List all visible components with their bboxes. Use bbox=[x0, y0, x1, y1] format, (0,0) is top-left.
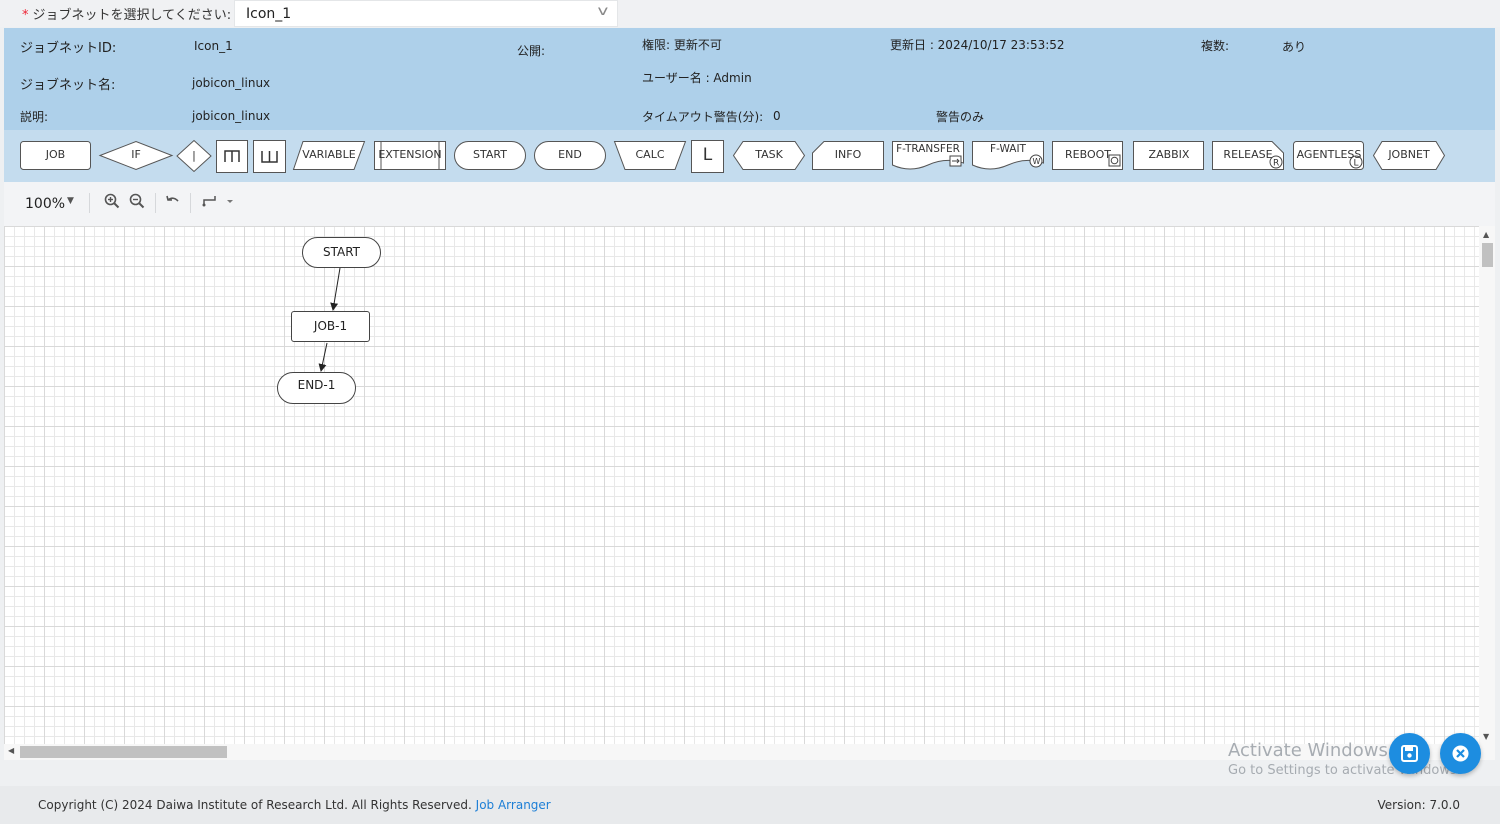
svg-text:W: W bbox=[1033, 157, 1041, 166]
zoom-out-icon[interactable] bbox=[128, 193, 146, 211]
activate-windows-title: Activate Windows bbox=[1228, 740, 1388, 761]
user-name: ユーザー名 : Admin bbox=[642, 71, 752, 85]
timeout-value: 0 bbox=[773, 109, 781, 123]
palette-calc[interactable]: CALC bbox=[613, 141, 687, 170]
diagram-toolbar: 100% ▼ bbox=[4, 182, 1495, 226]
jobnet-info-panel: ジョブネットID: Icon_1 公開: 権限: 更新不可 更新日 : 2024… bbox=[4, 28, 1495, 130]
diagram-edges bbox=[318, 267, 341, 372]
save-button[interactable] bbox=[1389, 733, 1430, 774]
vertical-scroll-thumb[interactable] bbox=[1482, 243, 1493, 267]
scroll-up-icon[interactable]: ▲ bbox=[1483, 230, 1489, 239]
palette-reboot-label: REBOOT bbox=[1065, 148, 1111, 161]
palette-loop[interactable]: L bbox=[691, 140, 724, 173]
palette-ftransfer[interactable]: F-TRANSFER bbox=[892, 141, 964, 170]
zoom-dropdown-icon[interactable]: ▼ bbox=[67, 196, 74, 206]
palette-parallel-end[interactable] bbox=[253, 140, 286, 173]
zoom-level[interactable]: 100% bbox=[25, 196, 65, 212]
palette-loop-label: L bbox=[702, 145, 713, 165]
palette-zabbix[interactable]: ZABBIX bbox=[1133, 141, 1205, 170]
palette-release[interactable]: R RELEASE bbox=[1212, 141, 1284, 170]
palette-info[interactable]: INFO bbox=[812, 141, 884, 170]
palette-task[interactable]: TASK bbox=[732, 141, 806, 170]
palette-variable[interactable]: VARIABLE bbox=[292, 141, 366, 170]
palette-if[interactable]: IF bbox=[98, 140, 174, 171]
toolbar-divider bbox=[155, 193, 156, 213]
palette-jobnet-label: JOBNET bbox=[1388, 148, 1430, 161]
job-arranger-link[interactable]: Job Arranger bbox=[476, 798, 551, 812]
connector-style-icon[interactable] bbox=[202, 193, 234, 211]
save-icon bbox=[1401, 745, 1418, 762]
palette-info-label: INFO bbox=[834, 148, 862, 161]
horizontal-scroll-thumb[interactable] bbox=[20, 746, 227, 758]
palette-if-label: IF bbox=[131, 148, 141, 161]
scroll-left-icon[interactable]: ◀ bbox=[8, 746, 14, 755]
palette-start-label: START bbox=[473, 148, 507, 161]
undo-icon[interactable] bbox=[164, 193, 182, 211]
palette-end[interactable]: END bbox=[534, 141, 606, 170]
node-end-1[interactable]: END-1 bbox=[277, 372, 356, 404]
palette-parallel[interactable]: | bbox=[176, 139, 212, 173]
scroll-down-icon[interactable]: ▼ bbox=[1483, 732, 1489, 741]
version-text: Version: 7.0.0 bbox=[1377, 798, 1460, 812]
public-label: 公開: bbox=[517, 44, 546, 58]
selector-label-text: ジョブネットを選択してください: bbox=[32, 8, 232, 23]
description-value: jobicon_linux bbox=[192, 109, 271, 123]
palette-agentless[interactable]: L AGENTLESS bbox=[1293, 141, 1365, 170]
palette-zabbix-label: ZABBIX bbox=[1148, 148, 1190, 161]
permission-text: 権限: 更新不可 bbox=[642, 38, 722, 52]
description-label: 説明: bbox=[20, 110, 49, 124]
zoom-in-icon[interactable] bbox=[103, 193, 121, 211]
toolbar-divider bbox=[89, 193, 90, 213]
palette-task-label: TASK bbox=[755, 148, 783, 161]
palette-end-label: END bbox=[558, 148, 582, 161]
node-start[interactable]: START bbox=[302, 237, 381, 268]
copyright-text: Copyright (C) 2024 Daiwa Institute of Re… bbox=[38, 798, 472, 812]
timeout-label: タイムアウト警告(分): bbox=[642, 110, 764, 124]
close-button[interactable] bbox=[1440, 733, 1481, 774]
edge-start-job1 bbox=[330, 267, 341, 311]
warn-only-text: 警告のみ bbox=[936, 110, 985, 124]
copyright: Copyright (C) 2024 Daiwa Institute of Re… bbox=[38, 798, 551, 812]
palette-extension-label: EXTENSION bbox=[378, 148, 442, 161]
palette-start[interactable]: START bbox=[454, 141, 526, 170]
jobnet-id-value: Icon_1 bbox=[194, 39, 233, 53]
multiple-value: あり bbox=[1282, 40, 1307, 54]
palette-calc-label: CALC bbox=[635, 148, 665, 161]
node-job-1[interactable]: JOB-1 bbox=[291, 311, 370, 342]
jobnet-select[interactable]: Icon_1 v bbox=[234, 0, 618, 27]
footer: Copyright (C) 2024 Daiwa Institute of Re… bbox=[0, 786, 1500, 824]
palette-reboot[interactable]: REBOOT bbox=[1052, 141, 1124, 170]
palette-fwait[interactable]: W F-WAIT bbox=[972, 141, 1044, 170]
jobnet-canvas[interactable]: START JOB-1 END-1 bbox=[4, 226, 1479, 744]
job-icon-palette: JOB IF | VARIABLE EXTENSION START END CA… bbox=[4, 130, 1495, 182]
close-icon bbox=[1452, 745, 1469, 762]
palette-agentless-label: AGENTLESS bbox=[1296, 148, 1362, 161]
palette-extension[interactable]: EXTENSION bbox=[374, 141, 446, 170]
chevron-down-icon[interactable]: v bbox=[598, 4, 609, 19]
required-mark: * bbox=[22, 8, 29, 23]
palette-release-label: RELEASE bbox=[1223, 148, 1273, 161]
palette-parallel-label: | bbox=[192, 149, 196, 162]
palette-variable-label: VARIABLE bbox=[302, 148, 356, 161]
vertical-scrollbar[interactable]: ▲ ▼ bbox=[1479, 226, 1495, 744]
palette-job[interactable]: JOB bbox=[20, 141, 91, 170]
palette-ftransfer-label: F-TRANSFER bbox=[896, 143, 960, 155]
jobnet-selector-label: * ジョブネットを選択してください: bbox=[22, 4, 231, 23]
jobnet-name-label: ジョブネット名: bbox=[20, 78, 116, 93]
edge-job1-end1 bbox=[318, 342, 328, 372]
jobnet-selector-bar: * ジョブネットを選択してください: Icon_1 v bbox=[0, 0, 1500, 27]
toolbar-divider bbox=[190, 193, 191, 213]
jobnet-id-label: ジョブネットID: bbox=[20, 41, 117, 56]
jobnet-name-value: jobicon_linux bbox=[192, 76, 271, 90]
palette-parallel-start[interactable] bbox=[216, 140, 248, 173]
updated-date: 更新日 : 2024/10/17 23:53:52 bbox=[890, 38, 1065, 52]
palette-job-label: JOB bbox=[45, 148, 66, 161]
palette-fwait-label: F-WAIT bbox=[990, 143, 1026, 155]
multiple-label: 複数: bbox=[1201, 39, 1230, 53]
jobnet-select-value: Icon_1 bbox=[246, 6, 292, 22]
palette-jobnet[interactable]: JOBNET bbox=[1372, 141, 1446, 170]
